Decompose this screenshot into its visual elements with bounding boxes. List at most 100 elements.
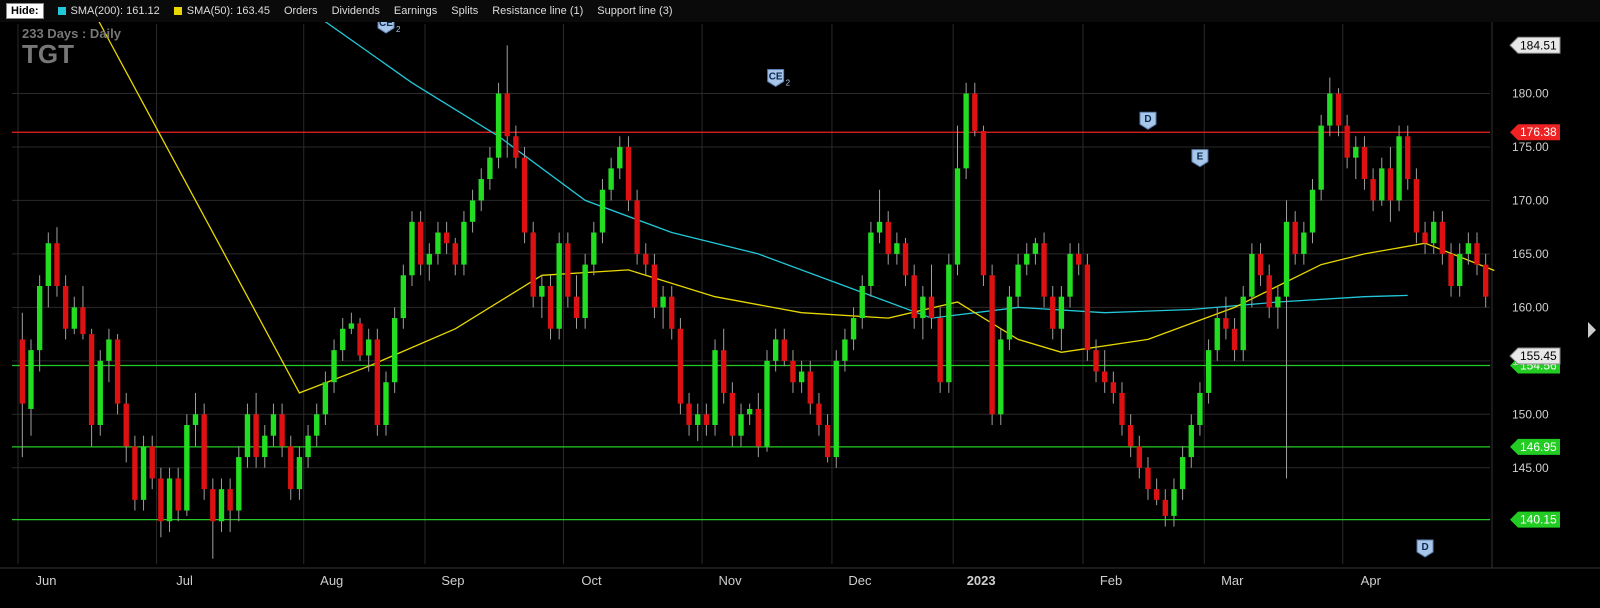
candle-body[interactable] bbox=[426, 253, 432, 265]
candle-body[interactable] bbox=[123, 403, 129, 447]
candle-body[interactable] bbox=[1353, 146, 1359, 158]
candle-body[interactable] bbox=[547, 285, 554, 329]
candle-body[interactable] bbox=[175, 478, 181, 511]
candle-body[interactable] bbox=[114, 339, 121, 404]
candle-body[interactable] bbox=[1214, 318, 1220, 351]
candle-body[interactable] bbox=[461, 221, 467, 265]
candle-body[interactable] bbox=[798, 371, 805, 383]
candle-body[interactable] bbox=[1370, 179, 1376, 201]
candle-body[interactable] bbox=[1119, 392, 1125, 425]
candle-body[interactable] bbox=[599, 189, 606, 233]
candle-body[interactable] bbox=[746, 408, 753, 415]
candle-body[interactable] bbox=[1076, 253, 1082, 265]
candle-body[interactable] bbox=[1188, 424, 1194, 458]
candle-body[interactable] bbox=[833, 360, 839, 458]
candle-body[interactable] bbox=[158, 478, 164, 522]
candle-body[interactable] bbox=[1301, 232, 1307, 254]
candle-body[interactable] bbox=[772, 339, 779, 361]
candle-body[interactable] bbox=[885, 221, 891, 254]
candle-body[interactable] bbox=[469, 200, 476, 222]
candle-body[interactable] bbox=[651, 264, 658, 308]
candle-body[interactable] bbox=[1327, 93, 1333, 126]
candle-body[interactable] bbox=[1231, 328, 1238, 351]
candle-body[interactable] bbox=[253, 414, 259, 458]
candle-body[interactable] bbox=[1275, 296, 1281, 308]
candle-body[interactable] bbox=[513, 136, 519, 158]
candle-body[interactable] bbox=[201, 414, 207, 490]
candle-body[interactable] bbox=[911, 275, 917, 319]
candle-body[interactable] bbox=[859, 285, 865, 319]
candle-body[interactable] bbox=[790, 360, 796, 383]
candle-body[interactable] bbox=[556, 243, 562, 329]
candle-body[interactable] bbox=[1032, 243, 1039, 254]
candle-body[interactable] bbox=[1127, 424, 1134, 447]
candle-body[interactable] bbox=[617, 146, 623, 169]
candle-body[interactable] bbox=[565, 243, 571, 297]
candle-body[interactable] bbox=[28, 350, 34, 409]
candle-body[interactable] bbox=[643, 253, 649, 265]
candle-body[interactable] bbox=[88, 334, 95, 425]
candle-body[interactable] bbox=[972, 93, 978, 131]
candle-body[interactable] bbox=[435, 232, 441, 254]
candle-body[interactable] bbox=[409, 221, 415, 276]
candle-body[interactable] bbox=[443, 232, 450, 244]
candle-body[interactable] bbox=[1041, 243, 1047, 297]
candle-body[interactable] bbox=[400, 275, 407, 319]
candle-body[interactable] bbox=[1335, 93, 1342, 126]
sma50-line[interactable] bbox=[22, 0, 1495, 394]
candle-body[interactable] bbox=[894, 243, 900, 254]
candle-body[interactable] bbox=[729, 392, 736, 436]
legend-dividends[interactable]: Dividends bbox=[332, 5, 380, 17]
candle-body[interactable] bbox=[331, 350, 337, 383]
candle-body[interactable] bbox=[1448, 253, 1454, 286]
candle-body[interactable] bbox=[262, 435, 268, 458]
candle-body[interactable] bbox=[807, 371, 813, 404]
legend-orders[interactable]: Orders bbox=[284, 5, 318, 17]
candle-body[interactable] bbox=[686, 403, 692, 425]
candle-body[interactable] bbox=[1266, 275, 1272, 308]
candle-body[interactable] bbox=[218, 489, 225, 522]
candle-body[interactable] bbox=[634, 200, 640, 254]
candle-body[interactable] bbox=[1015, 264, 1021, 297]
candle-body[interactable] bbox=[504, 93, 510, 137]
candle-body[interactable] bbox=[1110, 382, 1117, 393]
candle-body[interactable] bbox=[530, 232, 536, 297]
candle-body[interactable] bbox=[236, 457, 242, 511]
candle-body[interactable] bbox=[314, 414, 320, 436]
candle-body[interactable] bbox=[1050, 296, 1056, 329]
candle-body[interactable] bbox=[365, 339, 372, 356]
candle-body[interactable] bbox=[80, 307, 86, 335]
candle-body[interactable] bbox=[928, 296, 935, 319]
candle-body[interactable] bbox=[824, 424, 831, 458]
candle-body[interactable] bbox=[868, 232, 874, 286]
candle-body[interactable] bbox=[876, 221, 883, 233]
candle-body[interactable] bbox=[270, 414, 277, 436]
candle-body[interactable] bbox=[521, 157, 528, 233]
candle-body[interactable] bbox=[192, 414, 199, 425]
candle-body[interactable] bbox=[478, 179, 484, 201]
candle-body[interactable] bbox=[1249, 253, 1255, 297]
candle-body[interactable] bbox=[1145, 467, 1151, 490]
candle-body[interactable] bbox=[106, 339, 112, 361]
candle-body[interactable] bbox=[573, 296, 580, 319]
candle-body[interactable] bbox=[322, 382, 329, 415]
candle-body[interactable] bbox=[1240, 296, 1246, 351]
candle-body[interactable] bbox=[487, 157, 493, 180]
candle-body[interactable] bbox=[781, 339, 787, 361]
candle-body[interactable] bbox=[1093, 350, 1099, 372]
candle-body[interactable] bbox=[963, 93, 969, 169]
candle-body[interactable] bbox=[19, 339, 26, 404]
candle-body[interactable] bbox=[1465, 243, 1472, 254]
candle-body[interactable] bbox=[1344, 125, 1350, 158]
candle-body[interactable] bbox=[625, 146, 632, 201]
candle-body[interactable] bbox=[305, 435, 311, 458]
candle-body[interactable] bbox=[54, 243, 60, 286]
legend-sma200[interactable]: SMA(200): 161.12 bbox=[57, 5, 160, 17]
candle-body[interactable] bbox=[954, 168, 961, 265]
candle-body[interactable] bbox=[1413, 179, 1420, 233]
candle-body[interactable] bbox=[695, 414, 701, 425]
candle-body[interactable] bbox=[1474, 243, 1480, 265]
candle-body[interactable] bbox=[132, 446, 138, 500]
candle-body[interactable] bbox=[71, 307, 77, 329]
candle-body[interactable] bbox=[1482, 264, 1489, 297]
